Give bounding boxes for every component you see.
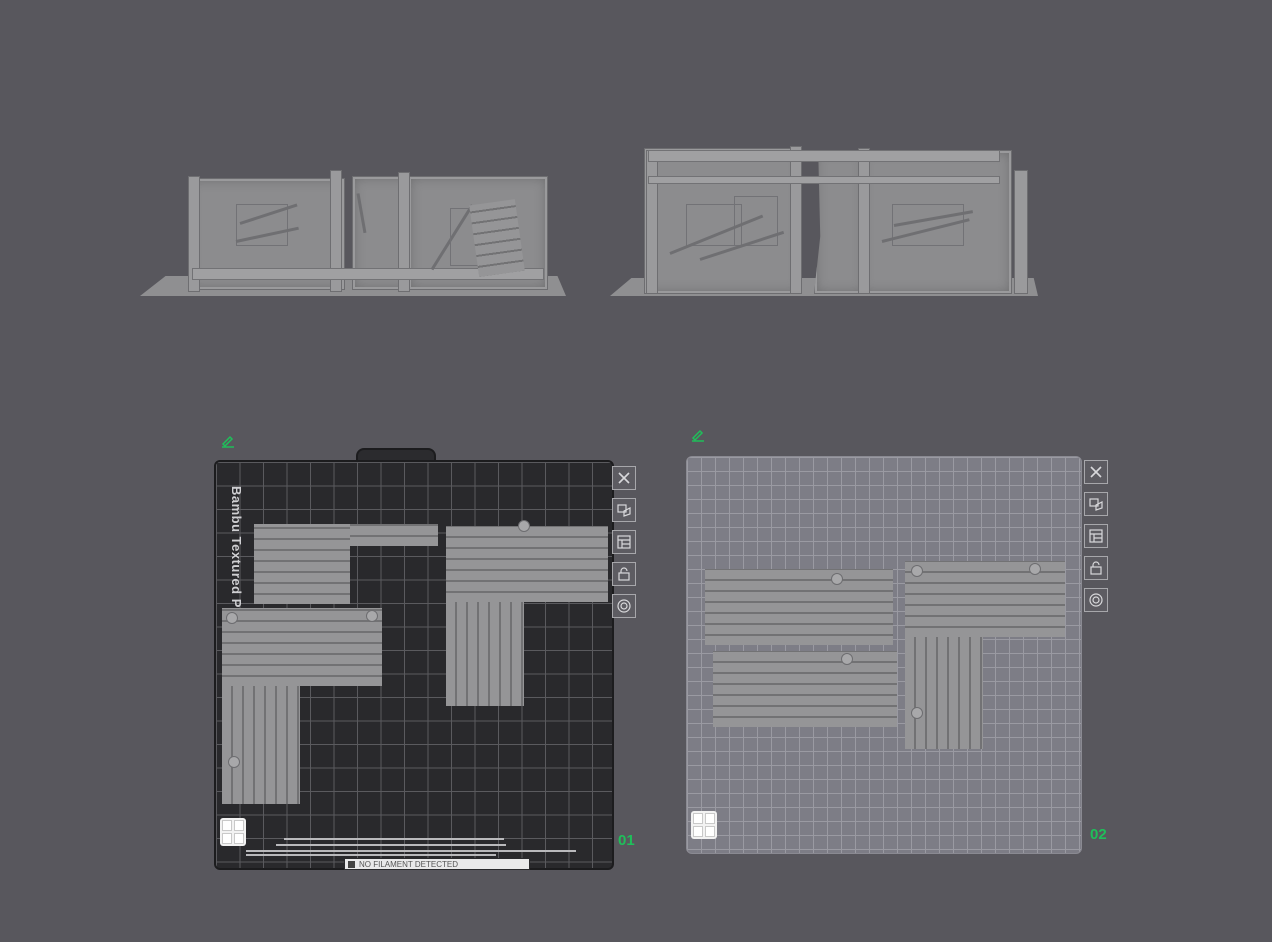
- arrange-button[interactable]: [612, 530, 636, 554]
- lock-icon: [618, 567, 630, 581]
- orientation-cube-icon[interactable]: [220, 818, 246, 846]
- close-icon: [618, 472, 630, 484]
- part-knob: [841, 653, 853, 665]
- auto-orient-icon: [1089, 498, 1103, 511]
- wall-post: [858, 148, 870, 294]
- auto-orient-icon: [617, 504, 631, 517]
- wall-model-left[interactable]: [140, 168, 568, 300]
- part-knob: [226, 612, 238, 624]
- plate-number-02: 02: [1090, 826, 1107, 843]
- plate-toolbar-01: [612, 466, 636, 618]
- plate-settings-icon: [617, 599, 631, 613]
- plate-number-01: 01: [618, 832, 635, 849]
- part-knob: [911, 565, 923, 577]
- build-plate-02[interactable]: [686, 456, 1082, 854]
- cable: [246, 850, 576, 852]
- plank-bundle: [469, 199, 525, 277]
- print-part[interactable]: [222, 686, 300, 804]
- print-part[interactable]: [350, 524, 438, 546]
- part-knob: [911, 707, 923, 719]
- arrange-icon: [617, 535, 631, 549]
- auto-orient-button[interactable]: [1084, 492, 1108, 516]
- wall-rail: [648, 176, 1000, 184]
- build-plate-01[interactable]: Bambu Textured P: [214, 460, 614, 870]
- plate-toolbar-02: [1084, 460, 1108, 612]
- part-knob: [831, 573, 843, 585]
- lock-plate-button[interactable]: [612, 562, 636, 586]
- part-knob: [518, 520, 530, 532]
- print-part[interactable]: [222, 608, 382, 686]
- print-part[interactable]: [905, 637, 983, 749]
- arrange-icon: [1089, 529, 1103, 543]
- plate-settings-button[interactable]: [1084, 588, 1108, 612]
- close-icon: [1090, 466, 1102, 478]
- print-part[interactable]: [905, 561, 1065, 637]
- plate-settings-button[interactable]: [612, 594, 636, 618]
- edit-icon[interactable]: [220, 434, 236, 448]
- lock-plate-button[interactable]: [1084, 556, 1108, 580]
- arrange-button[interactable]: [1084, 524, 1108, 548]
- cable: [276, 844, 506, 846]
- orientation-cube-icon[interactable]: [691, 811, 717, 839]
- close-plate-button[interactable]: [612, 466, 636, 490]
- wall-rail: [648, 150, 1000, 162]
- cable: [284, 838, 504, 840]
- plate-settings-icon: [1089, 593, 1103, 607]
- wall-post: [1014, 170, 1028, 294]
- print-part[interactable]: [446, 602, 524, 706]
- plate-label: Bambu Textured P: [229, 486, 244, 608]
- wall-model-right[interactable]: [610, 140, 1040, 300]
- print-part[interactable]: [713, 651, 897, 727]
- print-part[interactable]: [254, 524, 350, 604]
- edit-icon[interactable]: [690, 428, 706, 442]
- status-icon: [348, 860, 355, 868]
- part-knob: [228, 756, 240, 768]
- auto-orient-button[interactable]: [612, 498, 636, 522]
- part-knob: [366, 610, 378, 622]
- print-part[interactable]: [446, 526, 608, 602]
- filament-status-bar: NO FILAMENT DETECTED: [344, 858, 530, 870]
- wall-post: [790, 146, 802, 294]
- part-knob: [1029, 563, 1041, 575]
- wall-post: [646, 150, 658, 294]
- lock-icon: [1090, 561, 1102, 575]
- print-part[interactable]: [705, 569, 893, 645]
- cable: [246, 854, 496, 856]
- filament-status-text: NO FILAMENT DETECTED: [359, 859, 458, 869]
- close-plate-button[interactable]: [1084, 460, 1108, 484]
